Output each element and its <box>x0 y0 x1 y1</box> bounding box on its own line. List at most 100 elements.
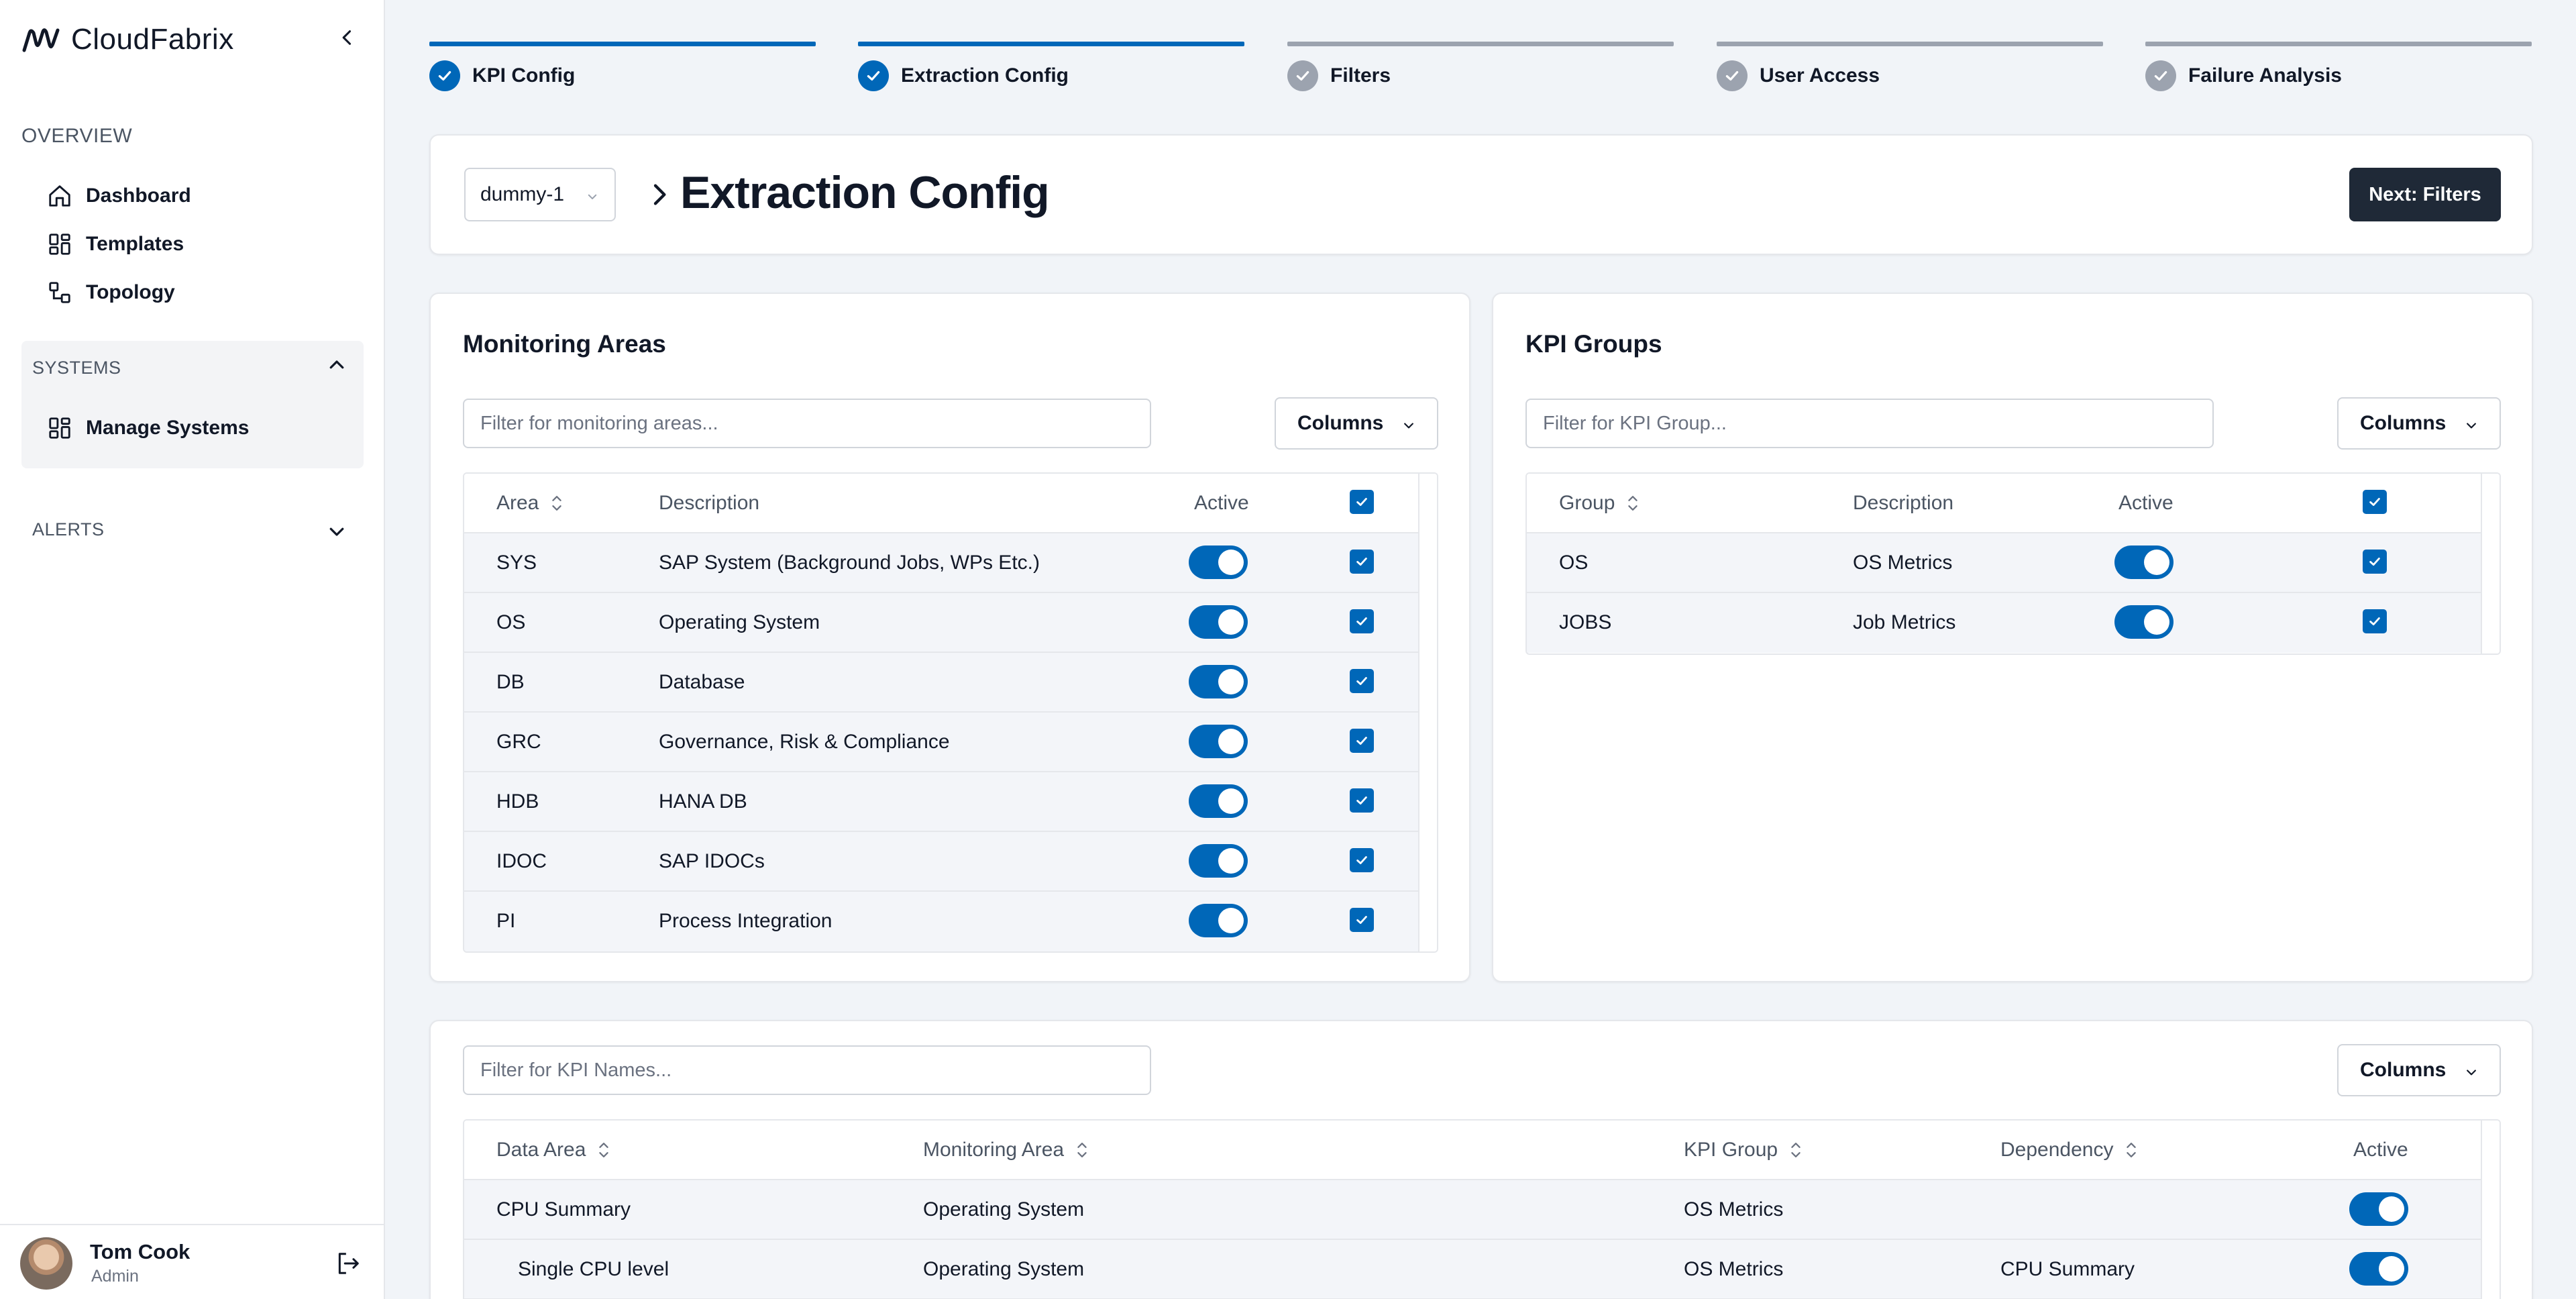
column-header-group[interactable]: Group <box>1559 474 1639 532</box>
row-checkbox[interactable] <box>1350 669 1374 693</box>
table-row[interactable]: Single CPU level Operating System OS Met… <box>464 1240 2481 1299</box>
table-row[interactable]: OS OS Metrics <box>1527 533 2481 593</box>
sort-icon <box>599 1142 609 1157</box>
row-checkbox[interactable] <box>2363 609 2387 633</box>
collapse-sidebar-button[interactable] <box>334 24 361 51</box>
nav-label-templates: Templates <box>86 233 184 255</box>
nav-label-topology: Topology <box>86 281 175 303</box>
table-row[interactable]: JOBS Job Metrics <box>1527 593 2481 653</box>
row-checkbox[interactable] <box>1350 788 1374 813</box>
monitoring-areas-filter-input[interactable] <box>463 399 1151 448</box>
data-area-cell: Single CPU level <box>518 1257 669 1280</box>
nav-item-templates[interactable]: Templates <box>47 224 184 264</box>
area-cell: DB <box>496 670 525 693</box>
description-cell: HANA DB <box>659 790 747 813</box>
table-row[interactable]: CPU Summary Operating System OS Metrics <box>464 1180 2481 1240</box>
step-progress-bar <box>1287 42 1674 46</box>
row-checkbox[interactable] <box>1350 550 1374 574</box>
chevron-down-icon <box>329 527 344 536</box>
nav-item-topology[interactable]: Topology <box>47 272 175 313</box>
kpi-groups-columns-button[interactable]: Columns <box>2337 397 2501 450</box>
systems-section-title: SYSTEMS <box>32 358 121 378</box>
step-kpi-config[interactable]: KPI Config <box>429 42 816 98</box>
user-name: Tom Cook <box>90 1240 191 1263</box>
monitoring-columns-button[interactable]: Columns <box>1275 397 1438 450</box>
row-checkbox[interactable] <box>1350 609 1374 633</box>
area-cell: SYS <box>496 551 537 574</box>
description-cell: Governance, Risk & Compliance <box>659 730 950 753</box>
column-header-active: Active <box>2353 1138 2408 1161</box>
column-header-data-area[interactable]: Data Area <box>496 1121 610 1179</box>
row-checkbox[interactable] <box>1350 729 1374 753</box>
table-row[interactable]: OS Operating System <box>464 593 1418 653</box>
columns-button-label: Columns <box>2360 1059 2447 1081</box>
alerts-expand-toggle[interactable] <box>323 518 350 545</box>
chevron-down-icon <box>588 194 597 199</box>
active-toggle[interactable] <box>2349 1192 2408 1226</box>
column-header-kpi-group[interactable]: KPI Group <box>1684 1121 1802 1179</box>
area-cell: OS <box>496 611 526 633</box>
active-toggle[interactable] <box>2349 1252 2408 1286</box>
page-title: Extraction Config <box>680 167 1050 218</box>
active-toggle[interactable] <box>1189 844 1248 878</box>
system-select[interactable]: dummy-1 <box>464 168 616 221</box>
row-checkbox[interactable] <box>1350 848 1374 872</box>
nav-label-manage-systems: Manage Systems <box>86 417 250 439</box>
kpi-names-columns-button[interactable]: Columns <box>2337 1044 2501 1096</box>
kpi-names-filter-input[interactable] <box>463 1045 1151 1095</box>
row-checkbox[interactable] <box>2363 550 2387 574</box>
active-toggle[interactable] <box>1189 545 1248 579</box>
column-header-monitoring-area[interactable]: Monitoring Area <box>923 1121 1088 1179</box>
user-profile: Tom Cook Admin <box>0 1224 385 1299</box>
area-cell: PI <box>496 909 516 932</box>
table-scrollbar[interactable] <box>2481 1121 2500 1299</box>
select-all-checkbox[interactable] <box>1350 490 1374 514</box>
table-scrollbar[interactable] <box>2481 474 2500 654</box>
table-header-row: Group Description Active <box>1527 474 2481 533</box>
select-all-checkbox[interactable] <box>2363 490 2387 514</box>
table-row[interactable]: SYS SAP System (Background Jobs, WPs Etc… <box>464 533 1418 593</box>
nav-item-dashboard[interactable]: Dashboard <box>47 176 191 216</box>
grid-icon <box>49 417 70 439</box>
active-toggle[interactable] <box>1189 725 1248 758</box>
active-toggle[interactable] <box>1189 605 1248 639</box>
app-name: CloudFabrix <box>71 23 234 56</box>
active-toggle[interactable] <box>2114 605 2174 639</box>
table-row[interactable]: HDB HANA DB <box>464 772 1418 832</box>
step-label: Filters <box>1330 64 1391 87</box>
grid-icon <box>49 233 70 255</box>
active-toggle[interactable] <box>1189 665 1248 698</box>
columns-button-label: Columns <box>1297 412 1384 434</box>
alerts-section-title: ALERTS <box>32 519 105 539</box>
step-user-access[interactable]: User Access <box>1717 42 2103 98</box>
monitoring-area-cell: Operating System <box>923 1257 1085 1280</box>
description-cell: OS Metrics <box>1853 551 1953 574</box>
systems-collapse-toggle[interactable] <box>323 352 350 378</box>
step-extraction-config[interactable]: Extraction Config <box>858 42 1244 98</box>
sort-icon <box>1628 495 1638 511</box>
check-circle-icon <box>429 60 460 91</box>
table-row[interactable]: GRC Governance, Risk & Compliance <box>464 713 1418 772</box>
app-logo[interactable]: CloudFabrix <box>21 21 234 58</box>
table-row[interactable]: PI Process Integration <box>464 892 1418 951</box>
nav-item-manage-systems[interactable]: Manage Systems <box>47 408 249 448</box>
active-toggle[interactable] <box>1189 784 1248 818</box>
user-role: Admin <box>91 1267 139 1286</box>
step-filters[interactable]: Filters <box>1287 42 1674 98</box>
kpi-group-filter-input[interactable] <box>1525 399 2214 448</box>
active-toggle[interactable] <box>2114 545 2174 579</box>
logout-button[interactable] <box>333 1248 364 1279</box>
row-checkbox[interactable] <box>1350 908 1374 932</box>
step-label: User Access <box>1760 64 1880 87</box>
sort-icon <box>552 495 562 511</box>
active-toggle[interactable] <box>1189 904 1248 937</box>
table-row[interactable]: IDOC SAP IDOCs <box>464 832 1418 892</box>
step-failure-analysis[interactable]: Failure Analysis <box>2145 42 2532 98</box>
column-header-dependency[interactable]: Dependency <box>2000 1121 2137 1179</box>
column-header-area[interactable]: Area <box>496 474 563 532</box>
description-cell: SAP System (Background Jobs, WPs Etc.) <box>659 551 1040 574</box>
table-row[interactable]: DB Database <box>464 653 1418 713</box>
table-scrollbar[interactable] <box>1418 474 1437 951</box>
avatar[interactable] <box>20 1237 72 1290</box>
next-filters-button[interactable]: Next: Filters <box>2349 168 2501 221</box>
